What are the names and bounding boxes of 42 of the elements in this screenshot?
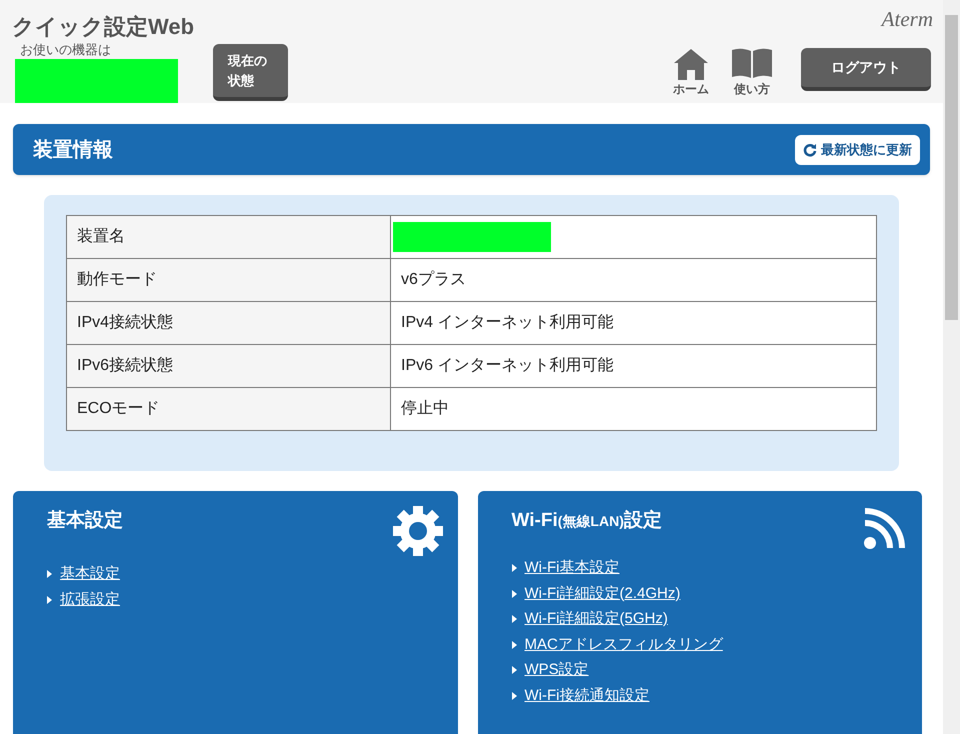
wifi-icon [862,505,908,551]
settings-link[interactable]: Wi-Fi基本設定 [524,557,620,580]
card-title: Wi-Fi(無線LAN)設定 [512,508,662,533]
caret-icon [512,666,516,674]
settings-link[interactable]: MACアドレスフィルタリング [524,634,723,656]
settings-link[interactable]: Wi-Fi接続通知設定 [524,684,650,707]
caret-icon [512,590,516,598]
table-cell: ECOモード [66,388,390,430]
table-cell: 停止中 [390,388,876,430]
settings-link[interactable]: Wi-Fi詳細設定(2.4GHz) [524,582,680,605]
caret-icon [47,570,52,578]
logout-button[interactable]: ログアウト [801,48,931,91]
table-cell: IPv4接続状態 [66,302,390,344]
current-status-button[interactable]: 現在の 状態 [213,44,288,101]
table-cell: IPv6 インターネット利用可能 [390,344,876,388]
settings-link[interactable]: 基本設定 [60,563,120,586]
nav-link[interactable]: ホーム [673,48,709,98]
caret-icon [512,692,516,700]
scrollbar[interactable] [943,0,960,734]
caret-icon [512,640,516,649]
house-icon [673,48,709,80]
table-cell: 動作モード [66,258,390,302]
caret-icon [512,564,516,572]
card-title: 基本設定 [47,508,123,533]
book-icon [731,48,773,80]
caret-icon [47,596,52,604]
device-label: お使いの機器は [20,42,112,58]
settings-link[interactable]: 拡張設定 [60,588,120,611]
table-cell: IPv6接続状態 [66,344,390,388]
gear-icon [392,505,444,557]
refresh-button[interactable]: 最新状態に更新 [795,134,920,164]
section-title: 装置情報 [33,138,113,162]
logo: Aterm [882,8,933,30]
table-cell: IPv4 インターネット利用可能 [390,302,876,344]
table-cell: v6プラス [390,258,876,302]
caret-icon [512,615,516,624]
refresh-icon [803,142,817,156]
table-cell: 装置名 [66,216,390,258]
app-title: クイック設定Web [12,13,196,41]
nav-link[interactable]: 使い方 [731,48,773,98]
settings-link[interactable]: WPS設定 [524,659,589,682]
settings-link[interactable]: Wi-Fi詳細設定(5GHz) [524,608,668,630]
